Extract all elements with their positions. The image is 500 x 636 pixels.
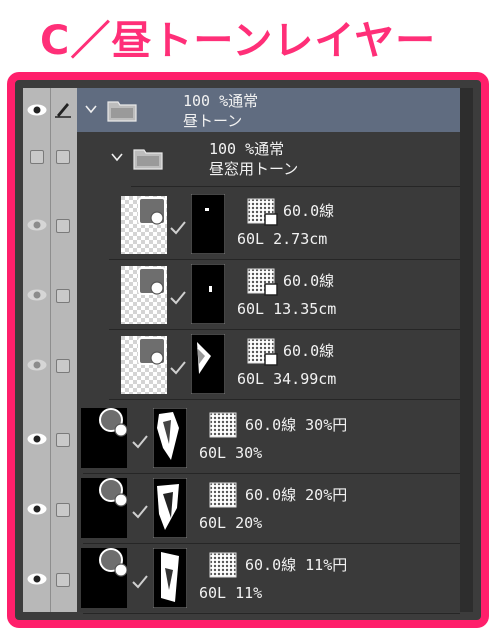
tone-icon [247, 268, 278, 296]
folder-icon [133, 149, 163, 170]
layer-mask-thumbnail [191, 194, 225, 254]
layer-name: 60L 34.99cm [237, 370, 337, 388]
eye-icon[interactable] [27, 503, 47, 515]
folder-row-hiru-mado-tone[interactable]: 100 %通常 昼窓用トーン [23, 134, 473, 178]
chevron-down-icon[interactable] [111, 152, 123, 162]
layer-mask-thumbnail [153, 548, 187, 608]
mask-link-icon [132, 575, 148, 589]
layer-name: 60L 20% [199, 514, 263, 532]
layer-row[interactable]: 60.0線 60L 13.35cm [23, 262, 473, 330]
layer-row[interactable]: 60.0線 60L 2.73cm [23, 192, 473, 260]
layer-thumbnail [81, 478, 127, 538]
layer-mask-thumbnail [191, 264, 225, 324]
tone-icon [247, 338, 278, 366]
folder-name: 昼窓用トーン [209, 160, 299, 178]
tone-setting: 60.0線 [283, 342, 335, 360]
folder-name: 昼トーン [183, 112, 243, 130]
layer-panel-frame: 100 %通常 昼トーン 100 %通常 昼窓用トーン 60.0線 60L 2.… [7, 72, 489, 628]
tone-icon [209, 482, 237, 508]
chevron-down-icon[interactable] [85, 104, 97, 114]
tone-setting: 60.0線 [283, 272, 335, 290]
layer-mask-thumbnail [153, 478, 187, 538]
layer-name: 60L 2.73cm [237, 230, 328, 248]
layer-row[interactable]: 60.0線 20%円 60L 20% [23, 476, 473, 544]
pen-icon[interactable] [54, 100, 72, 118]
tone-setting: 60.0線 20%円 [245, 486, 348, 504]
folder-opacity: 100 %通常 [209, 140, 285, 158]
mask-link-icon [170, 361, 186, 375]
layer-row[interactable]: 60.0線 30%円 60L 30% [23, 406, 473, 474]
eye-icon[interactable] [27, 104, 47, 116]
layer-row[interactable]: 60.0線 11%円 60L 11% [23, 546, 473, 614]
layer-thumbnail [121, 196, 167, 254]
eye-icon[interactable] [27, 573, 47, 585]
tone-icon [247, 198, 278, 226]
tone-setting: 60.0線 11%円 [245, 556, 348, 574]
layer-row[interactable]: 60.0線 60L 34.99cm [23, 332, 473, 400]
layer-name: 60L 13.35cm [237, 300, 337, 318]
tone-setting: 60.0線 [283, 202, 335, 220]
tone-setting: 60.0線 30%円 [245, 416, 348, 434]
edit-checkbox[interactable] [56, 573, 70, 587]
tone-icon [209, 412, 237, 438]
layer-mask-thumbnail [153, 408, 187, 468]
eye-icon[interactable] [27, 359, 47, 371]
tone-icon [209, 552, 237, 578]
layer-thumbnail [121, 336, 167, 394]
page-title: C／昼トーンレイヤー [40, 18, 437, 64]
mask-link-icon [132, 435, 148, 449]
eye-icon[interactable] [27, 433, 47, 445]
edit-checkbox[interactable] [56, 289, 70, 303]
mask-link-icon [170, 221, 186, 235]
layer-thumbnail [121, 266, 167, 324]
layer-panel: 100 %通常 昼トーン 100 %通常 昼窓用トーン 60.0線 60L 2.… [23, 88, 473, 614]
folder-opacity: 100 %通常 [183, 92, 259, 110]
edit-checkbox[interactable] [56, 150, 70, 164]
eye-icon[interactable] [27, 289, 47, 301]
eye-icon[interactable] [27, 219, 47, 231]
layer-name: 60L 30% [199, 444, 263, 462]
edit-checkbox[interactable] [56, 433, 70, 447]
visibility-checkbox[interactable] [30, 150, 44, 164]
folder-row-hiru-tone[interactable]: 100 %通常 昼トーン [23, 88, 473, 132]
layer-thumbnail [81, 408, 127, 468]
mask-link-icon [170, 291, 186, 305]
edit-checkbox[interactable] [56, 503, 70, 517]
mask-link-icon [132, 505, 148, 519]
layer-mask-thumbnail [191, 334, 225, 394]
layer-name: 60L 11% [199, 584, 263, 602]
layer-thumbnail [81, 548, 127, 608]
edit-checkbox[interactable] [56, 219, 70, 233]
folder-icon [107, 101, 137, 122]
edit-checkbox[interactable] [56, 359, 70, 373]
